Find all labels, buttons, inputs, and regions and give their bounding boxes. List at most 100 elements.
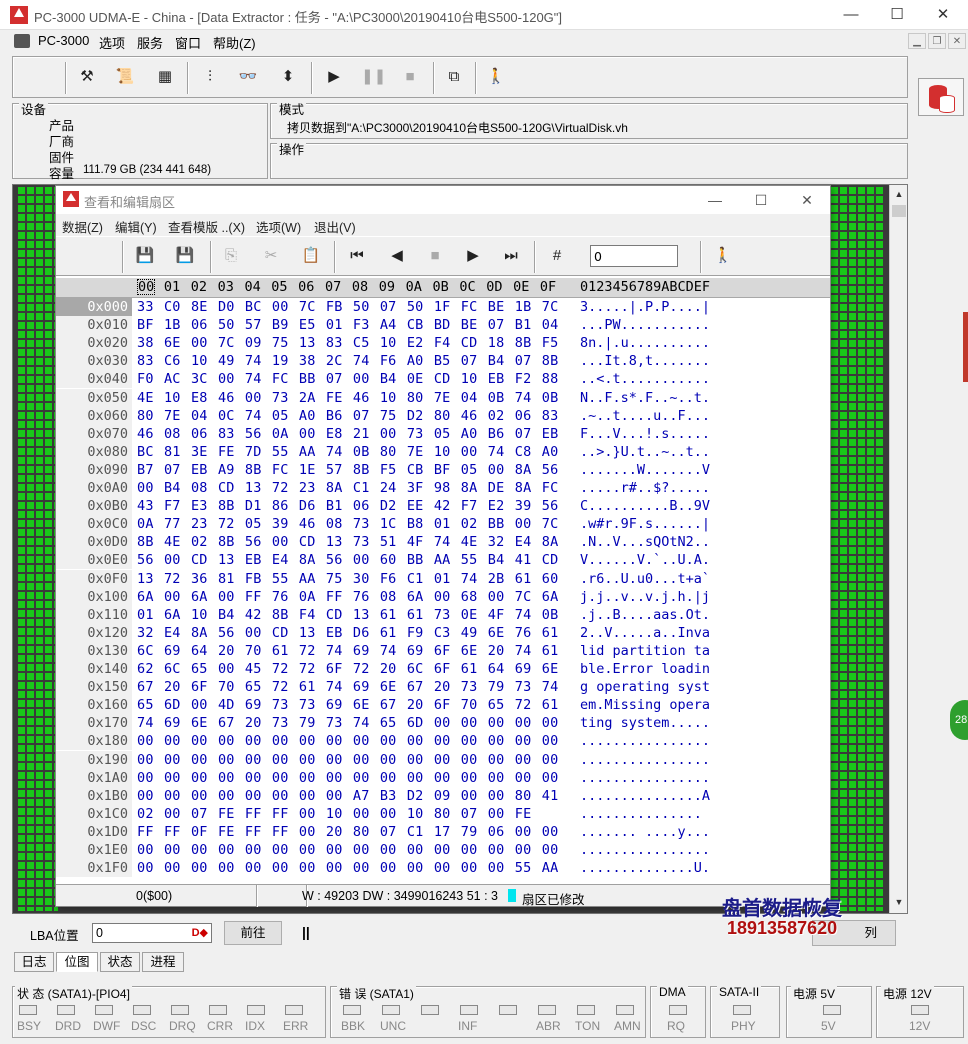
mdi-close-button[interactable]: ✕ <box>948 33 966 49</box>
hex-row[interactable]: 0x100 6A 00 6A 00 FF 76 0A FF 76 08 6A 00… <box>56 587 830 606</box>
percent-report-icon[interactable]: ▦ <box>154 66 176 88</box>
row-hex-bytes[interactable]: 02 00 07 FE FF FF 00 10 00 00 10 80 07 0… <box>137 805 531 823</box>
hex-row[interactable]: 0x0B0 43 F7 E3 8B D1 86 D6 B1 06 D2 EE 42… <box>56 497 830 516</box>
row-ascii[interactable]: ................ <box>580 769 710 787</box>
hex-row[interactable]: 0x1B0 00 00 00 00 00 00 00 00 A7 B3 D2 09… <box>56 786 830 805</box>
hex-row[interactable]: 0x180 00 00 00 00 00 00 00 00 00 00 00 00… <box>56 732 830 751</box>
hex-row[interactable]: 0x170 74 69 6E 67 20 73 79 73 74 65 6D 00… <box>56 714 830 733</box>
binoculars-icon[interactable]: 👓 <box>237 66 259 88</box>
row-hex-bytes[interactable]: 56 00 CD 13 EB E4 8A 56 00 60 BB AA 55 B… <box>137 551 558 569</box>
row-hex-bytes[interactable]: 00 00 00 00 00 00 00 00 A7 B3 D2 09 00 0… <box>137 787 558 805</box>
row-ascii[interactable]: ..............U. <box>580 859 710 877</box>
pause-icon[interactable]: ❚❚ <box>361 66 386 88</box>
hex-row[interactable]: 0x000 33 C0 8E D0 BC 00 7C FB 50 07 50 1F… <box>56 298 830 316</box>
hex-row[interactable]: 0x160 65 6D 00 4D 69 73 73 69 6E 67 20 6F… <box>56 696 830 715</box>
hex-row[interactable]: 0x060 80 7E 04 0C 74 05 A0 B6 07 75 D2 80… <box>56 406 830 425</box>
row-hex-bytes[interactable]: 65 6D 00 4D 69 73 73 69 6E 67 20 6F 70 6… <box>137 696 558 714</box>
hex-row[interactable]: 0x0C0 0A 77 23 72 05 39 46 08 73 1C B8 01… <box>56 515 830 534</box>
row-ascii[interactable]: ting system..... <box>580 714 710 732</box>
editor-maximize-button[interactable]: ☐ <box>738 188 784 212</box>
row-hex-bytes[interactable]: 00 B4 08 CD 13 72 23 8A C1 24 3F 98 8A D… <box>137 479 558 497</box>
scroll-document-icon[interactable]: 📜 <box>114 66 136 88</box>
mdi-minimize-button[interactable]: ▁ <box>908 33 926 49</box>
next-sector-icon[interactable]: ▶ <box>462 245 484 267</box>
row-hex-bytes[interactable]: BF 1B 06 50 57 B9 E5 01 F3 A4 CB BD BE 0… <box>137 316 558 334</box>
tab-log[interactable]: 日志 <box>14 952 54 972</box>
mdi-restore-button[interactable]: ❐ <box>928 33 946 49</box>
last-sector-icon[interactable]: ⏭ <box>500 245 522 267</box>
row-hex-bytes[interactable]: 32 E4 8A 56 00 CD 13 EB D6 61 F9 C3 49 6… <box>137 624 558 642</box>
windows-stack-icon[interactable]: ⧉ <box>443 66 465 88</box>
forward-button[interactable]: 前往 <box>224 921 282 945</box>
row-hex-bytes[interactable]: 43 F7 E3 8B D1 86 D6 B1 06 D2 EE 42 F7 E… <box>137 497 558 515</box>
row-hex-bytes[interactable]: 33 C0 8E D0 BC 00 7C FB 50 07 50 1F FC B… <box>137 298 558 316</box>
hex-row[interactable]: 0x080 BC 81 3E FE 7D 55 AA 74 0B 80 7E 10… <box>56 442 830 461</box>
hex-row[interactable]: 0x1A0 00 00 00 00 00 00 00 00 00 00 00 00… <box>56 768 830 787</box>
row-ascii[interactable]: 8n.|.u.......... <box>580 334 710 352</box>
row-hex-bytes[interactable]: 6A 00 6A 00 FF 76 0A FF 76 08 6A 00 68 0… <box>137 588 558 606</box>
row-ascii[interactable]: .N..V...sQOtN2.. <box>580 533 710 551</box>
row-ascii[interactable]: ...PW........... <box>580 316 710 334</box>
hex-row[interactable]: 0x120 32 E4 8A 56 00 CD 13 EB D6 61 F9 C3… <box>56 623 830 642</box>
row-ascii[interactable]: ................ <box>580 732 710 750</box>
row-ascii[interactable]: V......V.`..U.A. <box>580 551 710 569</box>
editor-menu-edit[interactable]: 编辑(Y) <box>115 217 157 236</box>
row-hex-bytes[interactable]: 38 6E 00 7C 09 75 13 83 C5 10 E2 F4 CD 1… <box>137 334 558 352</box>
exit-editor-icon[interactable]: 🚶 <box>712 245 734 267</box>
row-ascii[interactable]: .~..t....u..F... <box>580 407 710 425</box>
hex-row[interactable]: 0x130 6C 69 64 20 70 61 72 74 69 74 69 6F… <box>56 641 830 660</box>
row-hex-bytes[interactable]: 13 72 36 81 FB 55 AA 75 30 F6 C1 01 74 2… <box>137 570 558 588</box>
hex-row[interactable]: 0x010 BF 1B 06 50 57 B9 E5 01 F3 A4 CB BD… <box>56 316 830 335</box>
row-hex-bytes[interactable]: 74 69 6E 67 20 73 79 73 74 65 6D 00 00 0… <box>137 714 558 732</box>
menu-service[interactable]: 服务 <box>137 33 163 52</box>
hex-row[interactable]: 0x1C0 02 00 07 FE FF FF 00 10 00 00 10 80… <box>56 804 830 823</box>
row-ascii[interactable]: .r6..U.u0...t+a` <box>580 570 710 588</box>
row-ascii[interactable]: j.j..v..v.j.h.|j <box>580 588 710 606</box>
editor-menu-exit[interactable]: 退出(V) <box>314 217 356 236</box>
menu-pc3000[interactable]: PC-3000 <box>38 33 89 48</box>
row-hex-bytes[interactable]: 00 00 00 00 00 00 00 00 00 00 00 00 00 0… <box>137 769 558 787</box>
cut-icon[interactable]: ✂ <box>260 245 282 267</box>
row-ascii[interactable]: ..<.t........... <box>580 370 710 388</box>
hex-row[interactable]: 0x0E0 56 00 CD 13 EB E4 8A 56 00 60 BB AA… <box>56 551 830 570</box>
hex-row[interactable]: 0x070 46 08 06 83 56 0A 00 E8 21 00 73 05… <box>56 424 830 443</box>
side-badge[interactable]: 28 <box>950 700 968 740</box>
editor-menu-template[interactable]: 查看模版 ..(X) <box>168 217 245 236</box>
lba-spin-icon[interactable]: D◆ <box>192 926 208 939</box>
editor-menu-data[interactable]: 数据(Z) <box>62 217 103 236</box>
row-hex-bytes[interactable]: 00 00 00 00 00 00 00 00 00 00 00 00 00 0… <box>137 841 558 859</box>
hex-row[interactable]: 0x020 38 6E 00 7C 09 75 13 83 C5 10 E2 F4… <box>56 334 830 353</box>
hex-row[interactable]: 0x050 4E 10 E8 46 00 73 2A FE 46 10 80 7E… <box>56 388 830 407</box>
row-hex-bytes[interactable]: 67 20 6F 70 65 72 61 74 69 6E 67 20 73 7… <box>137 678 558 696</box>
editor-minimize-button[interactable]: — <box>692 188 738 212</box>
row-ascii[interactable]: ble.Error loadin <box>580 660 710 678</box>
stop-icon[interactable]: ■ <box>399 66 421 88</box>
editor-close-button[interactable]: ✕ <box>784 188 830 212</box>
hex-row[interactable]: 0x1E0 00 00 00 00 00 00 00 00 00 00 00 00… <box>56 841 830 859</box>
row-hex-bytes[interactable]: 00 00 00 00 00 00 00 00 00 00 00 00 00 0… <box>137 859 558 877</box>
row-hex-bytes[interactable]: 83 C6 10 49 74 19 38 2C 74 F6 A0 B5 07 B… <box>137 352 558 370</box>
row-hex-bytes[interactable]: 01 6A 10 B4 42 8B F4 CD 13 61 61 73 0E 4… <box>137 606 558 624</box>
hex-row[interactable]: 0x140 62 6C 65 00 45 72 72 6F 72 20 6C 6F… <box>56 660 830 678</box>
hex-row[interactable]: 0x090 B7 07 EB A9 8B FC 1E 57 8B F5 CB BF… <box>56 460 830 479</box>
hex-row[interactable]: 0x0A0 00 B4 08 CD 13 72 23 8A C1 24 3F 98… <box>56 479 830 497</box>
stop-sector-icon[interactable]: ■ <box>424 245 446 267</box>
database-side-button[interactable] <box>918 78 964 116</box>
row-ascii[interactable]: F...V...!.s..... <box>580 425 710 443</box>
row-ascii[interactable]: ...............A <box>580 787 710 805</box>
maximize-button[interactable]: ☐ <box>874 2 920 28</box>
scroll-thumb[interactable] <box>892 205 906 217</box>
tab-process[interactable]: 进程 <box>142 952 184 972</box>
row-hex-bytes[interactable]: 80 7E 04 0C 74 05 A0 B6 07 75 D2 80 46 0… <box>137 407 558 425</box>
tab-bitmap[interactable]: 位图 <box>56 952 98 972</box>
row-ascii[interactable]: .j..B....aas.Ot. <box>580 606 710 624</box>
hex-row[interactable]: 0x110 01 6A 10 B4 42 8B F4 CD 13 61 61 73… <box>56 605 830 624</box>
row-ascii[interactable]: ............... <box>580 805 702 823</box>
hex-dump[interactable]: 0x000 33 C0 8E D0 BC 00 7C FB 50 07 50 1F… <box>56 298 830 884</box>
row-ascii[interactable]: ................ <box>580 841 710 859</box>
tools-icon[interactable]: ⚒ <box>76 66 98 88</box>
row-ascii[interactable]: .w#r.9F.s......| <box>580 515 710 533</box>
menu-options[interactable]: 选项 <box>99 33 125 52</box>
tab-status[interactable]: 状态 <box>100 952 140 972</box>
scroll-down-arrow-icon[interactable]: ▼ <box>890 893 908 911</box>
